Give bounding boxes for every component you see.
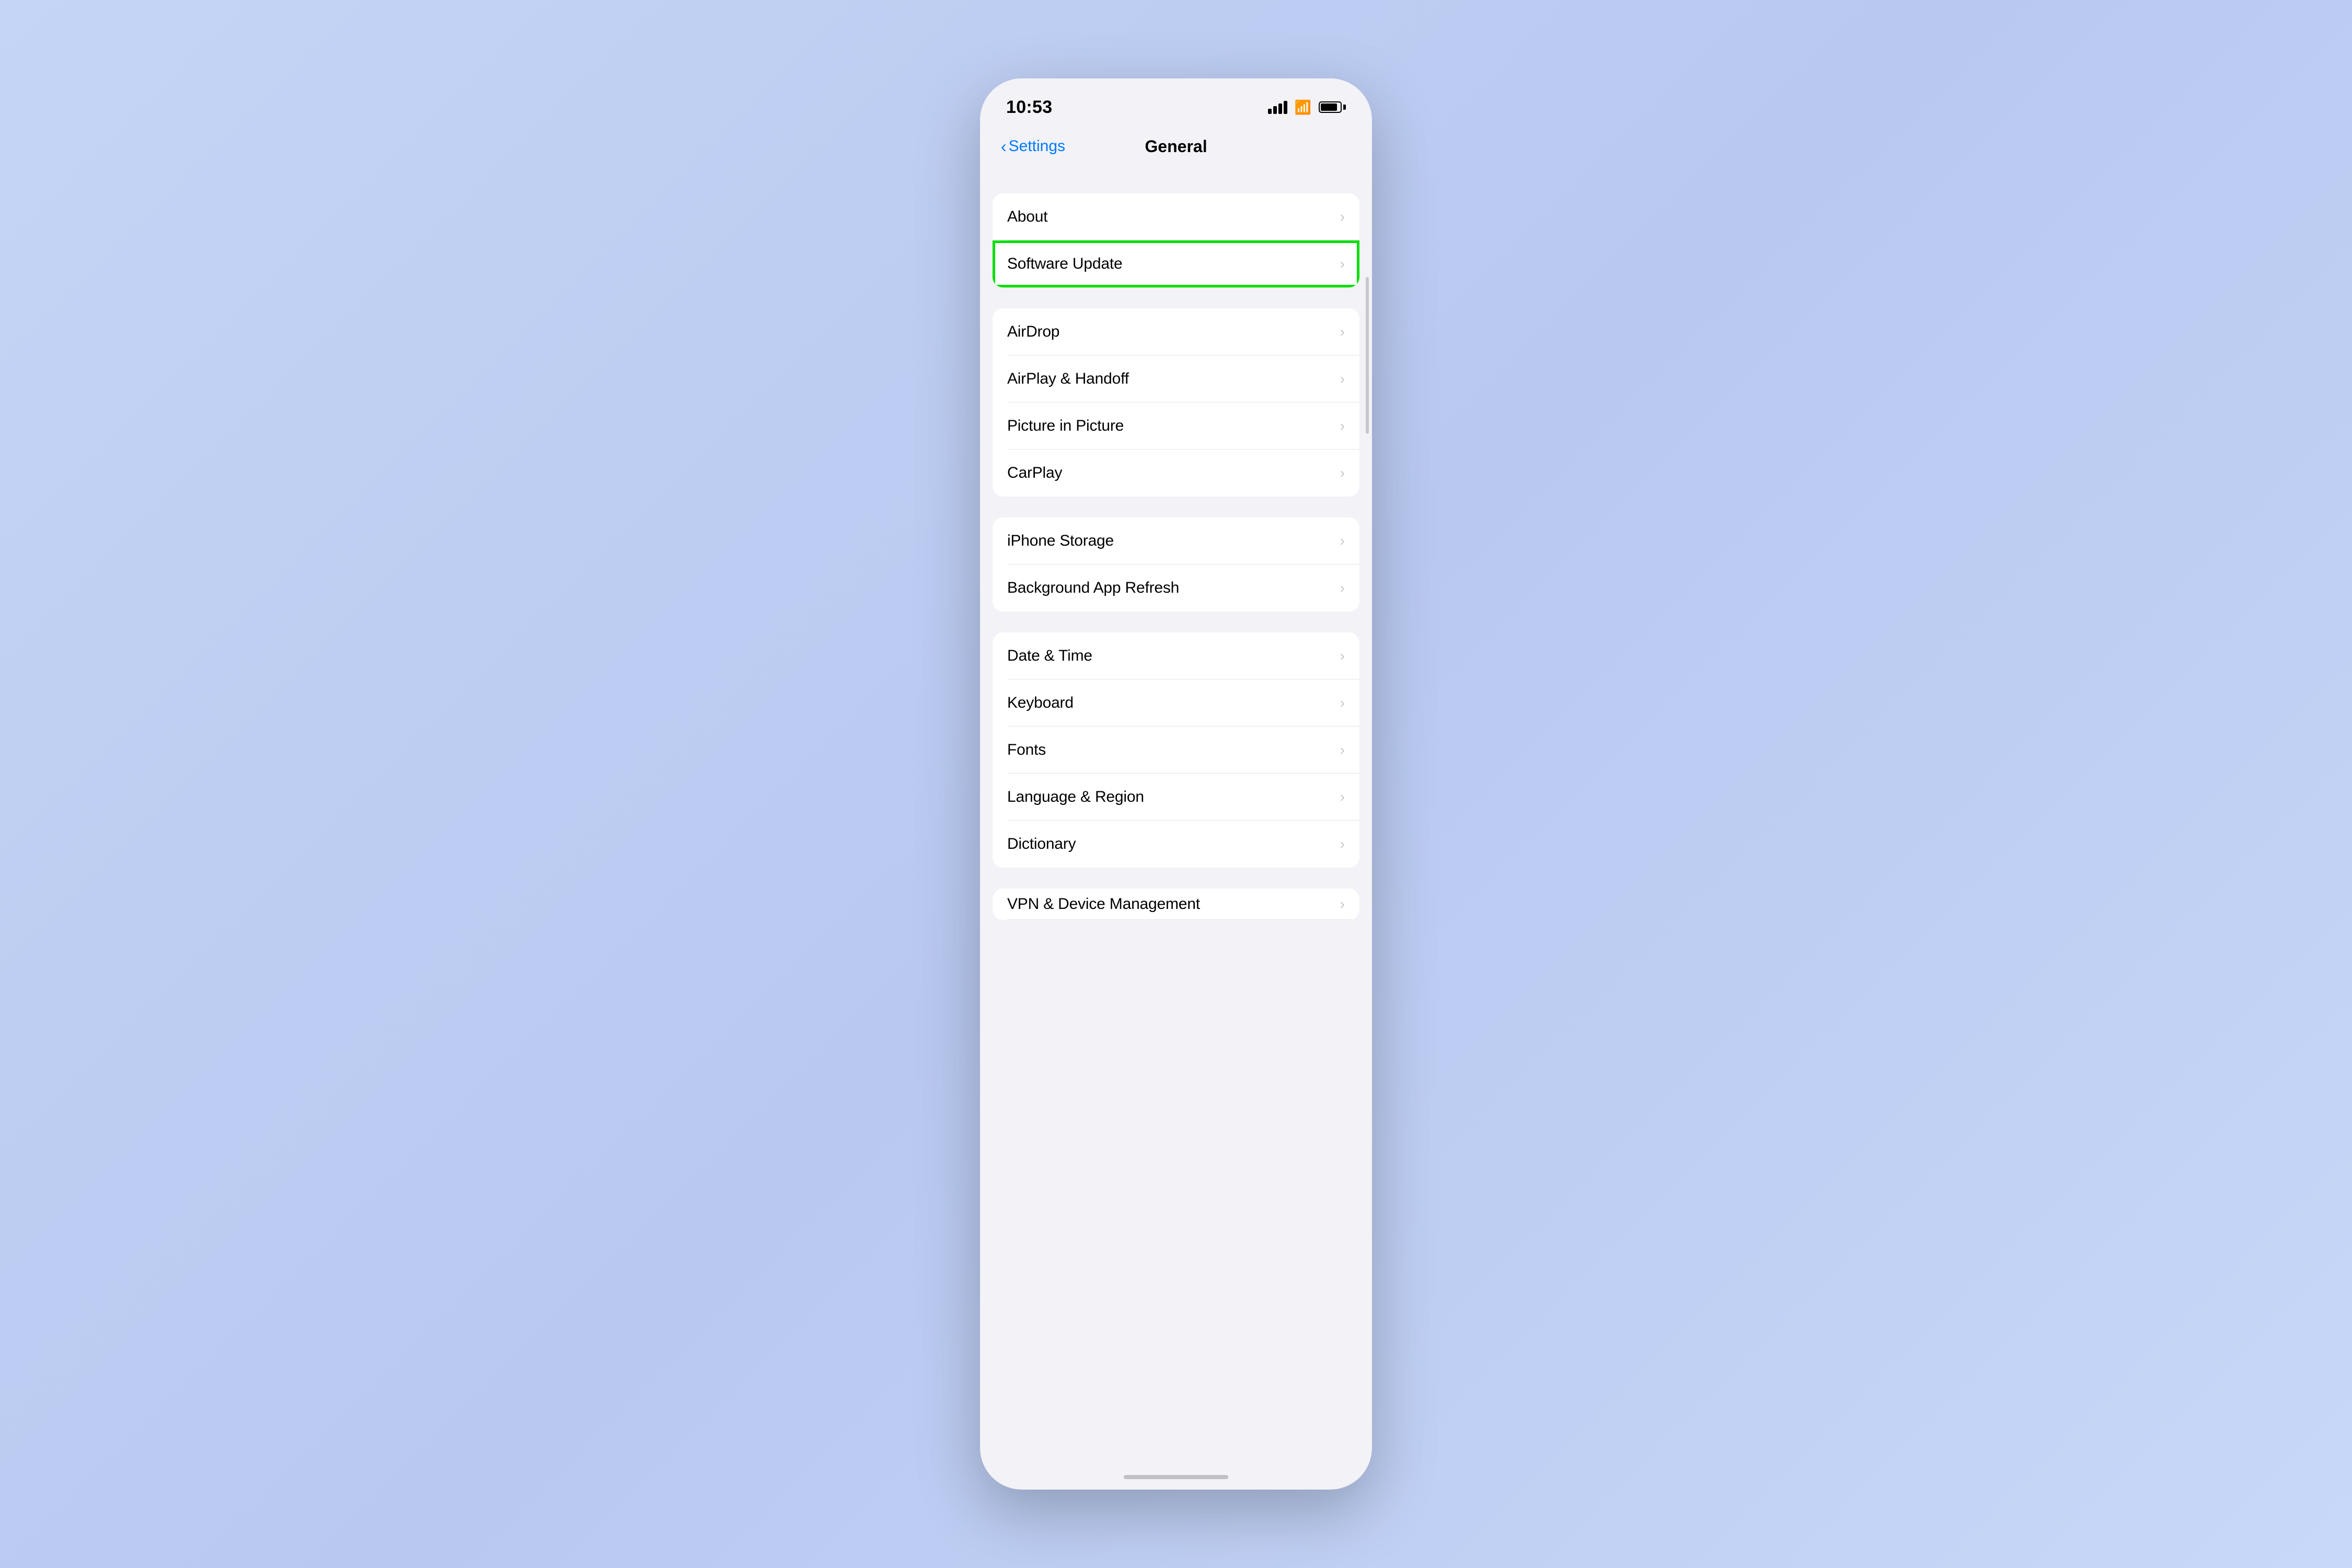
- section-1-card: About › Software Update ›: [993, 193, 1359, 287]
- signal-bar-4: [1284, 101, 1287, 114]
- language-region-row[interactable]: Language & Region ›: [993, 774, 1359, 821]
- signal-bars-icon: [1268, 101, 1287, 114]
- airplay-handoff-chevron-icon: ›: [1340, 371, 1345, 387]
- about-label: About: [1007, 208, 1047, 226]
- software-update-label: Software Update: [1007, 255, 1122, 273]
- section-2-card: AirDrop › AirPlay & Handoff › Picture in…: [993, 308, 1359, 497]
- status-time: 10:53: [1006, 97, 1052, 118]
- background-app-refresh-chevron-icon: ›: [1340, 580, 1345, 596]
- carplay-label: CarPlay: [1007, 464, 1062, 482]
- picture-in-picture-row[interactable]: Picture in Picture ›: [993, 402, 1359, 449]
- gap-3: [980, 497, 1372, 517]
- battery-tip: [1343, 105, 1346, 110]
- language-region-label: Language & Region: [1007, 788, 1144, 806]
- background-app-refresh-row[interactable]: Background App Refresh ›: [993, 564, 1359, 612]
- airdrop-chevron-icon: ›: [1340, 324, 1345, 340]
- dictionary-chevron-icon: ›: [1340, 836, 1345, 852]
- date-time-row[interactable]: Date & Time ›: [993, 632, 1359, 679]
- status-bar: 10:53 📶: [980, 78, 1372, 125]
- content-area: About › Software Update › AirDrop › AirP…: [980, 172, 1372, 1490]
- gap-2: [980, 287, 1372, 308]
- software-update-chevron-icon: ›: [1340, 256, 1345, 272]
- section-4-card: Date & Time › Keyboard › Fonts › Languag…: [993, 632, 1359, 868]
- keyboard-chevron-icon: ›: [1340, 695, 1345, 711]
- page-title: General: [1145, 137, 1207, 156]
- scrollbar[interactable]: [1366, 277, 1369, 434]
- date-time-label: Date & Time: [1007, 647, 1092, 665]
- section-5-card: VPN & Device Management ›: [993, 889, 1359, 920]
- date-time-chevron-icon: ›: [1340, 648, 1345, 664]
- status-icons: 📶: [1268, 99, 1346, 116]
- iphone-storage-chevron-icon: ›: [1340, 533, 1345, 549]
- vpn-device-management-chevron-icon: ›: [1340, 896, 1345, 913]
- keyboard-label: Keyboard: [1007, 694, 1074, 712]
- gap-5: [980, 868, 1372, 889]
- back-chevron-icon: ‹: [1001, 138, 1007, 155]
- battery-icon: [1319, 101, 1346, 113]
- signal-bar-1: [1268, 109, 1272, 114]
- background-app-refresh-label: Background App Refresh: [1007, 579, 1179, 597]
- vpn-device-management-label: VPN & Device Management: [1007, 895, 1200, 913]
- fonts-label: Fonts: [1007, 741, 1046, 759]
- nav-bar: ‹ Settings General: [980, 125, 1372, 172]
- fonts-chevron-icon: ›: [1340, 742, 1345, 758]
- carplay-row[interactable]: CarPlay ›: [993, 449, 1359, 497]
- keyboard-row[interactable]: Keyboard ›: [993, 679, 1359, 727]
- back-label: Settings: [1009, 137, 1065, 155]
- software-update-row[interactable]: Software Update ›: [993, 240, 1359, 287]
- back-button[interactable]: ‹ Settings: [1001, 137, 1065, 155]
- airplay-handoff-label: AirPlay & Handoff: [1007, 370, 1129, 388]
- vpn-device-management-row[interactable]: VPN & Device Management ›: [993, 889, 1359, 920]
- phone-frame: 10:53 📶 ‹ Settings General: [980, 78, 1372, 1490]
- wifi-icon: 📶: [1295, 99, 1311, 116]
- signal-bar-3: [1278, 103, 1282, 114]
- about-chevron-icon: ›: [1340, 209, 1345, 225]
- gap-4: [980, 612, 1372, 632]
- gap-1: [980, 183, 1372, 193]
- about-row[interactable]: About ›: [993, 193, 1359, 240]
- home-indicator: [1124, 1475, 1228, 1479]
- battery-body: [1319, 101, 1342, 113]
- airplay-handoff-row[interactable]: AirPlay & Handoff ›: [993, 355, 1359, 402]
- language-region-chevron-icon: ›: [1340, 789, 1345, 805]
- picture-in-picture-chevron-icon: ›: [1340, 418, 1345, 434]
- airdrop-row[interactable]: AirDrop ›: [993, 308, 1359, 355]
- battery-fill: [1321, 103, 1337, 111]
- carplay-chevron-icon: ›: [1340, 465, 1345, 481]
- section-3-card: iPhone Storage › Background App Refresh …: [993, 517, 1359, 612]
- iphone-storage-label: iPhone Storage: [1007, 532, 1114, 550]
- dictionary-label: Dictionary: [1007, 835, 1076, 853]
- iphone-storage-row[interactable]: iPhone Storage ›: [993, 517, 1359, 564]
- signal-bar-2: [1273, 106, 1277, 114]
- airdrop-label: AirDrop: [1007, 323, 1059, 341]
- fonts-row[interactable]: Fonts ›: [993, 727, 1359, 774]
- dictionary-row[interactable]: Dictionary ›: [993, 821, 1359, 868]
- picture-in-picture-label: Picture in Picture: [1007, 417, 1124, 435]
